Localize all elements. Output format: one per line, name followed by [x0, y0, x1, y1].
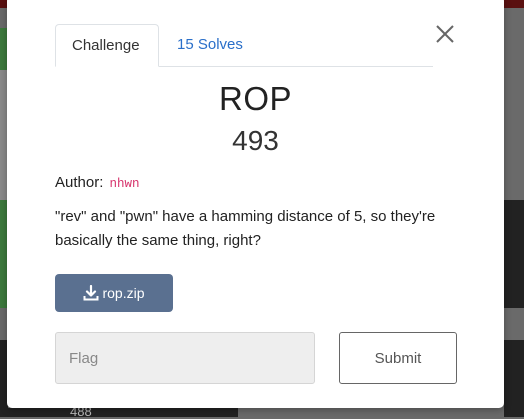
submit-button[interactable]: Submit — [339, 332, 457, 384]
background-card — [504, 340, 524, 417]
download-icon — [83, 285, 99, 301]
background-card — [504, 200, 524, 308]
tab-challenge[interactable]: Challenge — [55, 24, 159, 67]
author-name: nhwn — [109, 177, 140, 191]
tab-solves[interactable]: 15 Solves — [161, 24, 259, 66]
challenge-modal: Challenge 15 Solves ROP 493 Author: nhwn… — [7, 0, 504, 408]
challenge-author: Author: nhwn — [55, 174, 140, 191]
challenge-points: 493 — [232, 125, 279, 156]
modal-tabs: Challenge 15 Solves — [55, 24, 433, 67]
download-file-button[interactable]: rop.zip — [55, 274, 173, 312]
download-file-label: rop.zip — [102, 285, 145, 301]
author-label: Author: — [55, 174, 104, 191]
close-button[interactable] — [433, 22, 457, 46]
challenge-name: ROP — [218, 80, 292, 117]
flag-input[interactable] — [55, 332, 315, 384]
close-icon — [436, 25, 454, 43]
background-card — [8, 408, 238, 417]
challenge-description: "rev" and "pwn" have a hamming distance … — [55, 208, 436, 249]
